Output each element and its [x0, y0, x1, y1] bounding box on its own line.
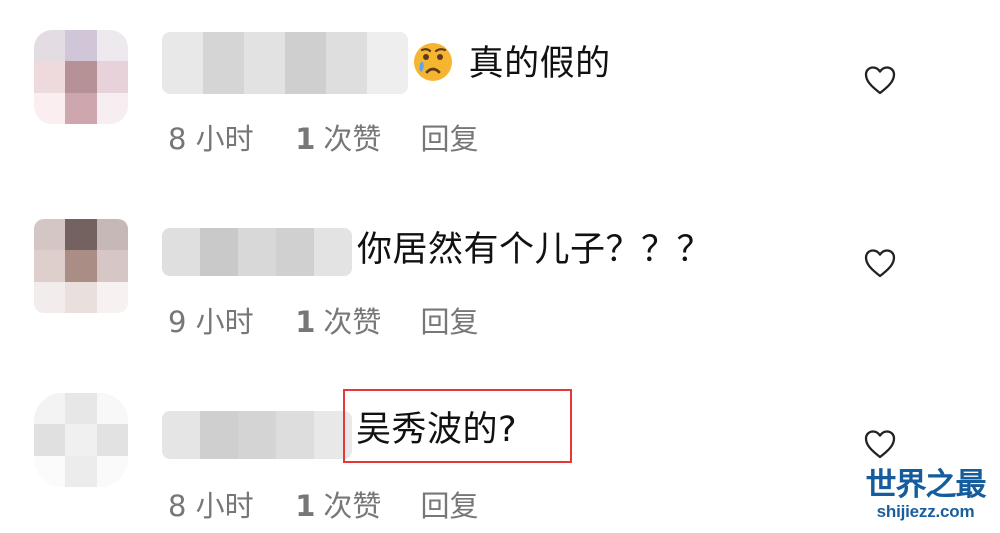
- like-summary[interactable]: 1 次赞: [295, 125, 411, 154]
- crying-face-icon: [412, 41, 454, 83]
- like-count: 1: [295, 489, 316, 523]
- comment-time: 8 小时: [168, 489, 254, 523]
- username[interactable]: [162, 228, 352, 276]
- comment-time: 8 小时: [168, 122, 254, 156]
- blurred-avatar-image: [34, 219, 128, 313]
- watermark-url: shijiezz.com: [876, 502, 975, 521]
- comment-time: 9 小时: [168, 305, 254, 339]
- like-label: 次赞: [323, 122, 382, 156]
- reply-button[interactable]: 回复: [420, 492, 478, 521]
- watermark: 世界之最 shijiezz.com: [863, 468, 988, 526]
- avatar[interactable]: [34, 393, 128, 487]
- like-summary[interactable]: 1 次赞: [295, 308, 411, 337]
- comment-item: 吴秀波的? 8 小时 1 次赞 回复: [0, 368, 1000, 533]
- like-count: 1: [295, 305, 316, 339]
- blurred-username: [162, 411, 352, 459]
- like-label: 次赞: [323, 305, 382, 339]
- watermark-title: 世界之最: [865, 467, 987, 502]
- comment-message: 真的假的: [468, 44, 611, 84]
- blurred-username: [162, 228, 352, 276]
- heart-icon[interactable]: [862, 62, 898, 98]
- comment-item: 你居然有个儿子？？？ 9 小时 1 次赞 回复: [0, 185, 1000, 365]
- reply-button[interactable]: 回复: [420, 308, 478, 337]
- comment-text: 吴秀波的?: [356, 413, 517, 448]
- comment-meta: 9 小时 1 次赞 回复: [168, 308, 478, 337]
- like-label: 次赞: [323, 489, 382, 523]
- reply-button[interactable]: 回复: [420, 125, 478, 154]
- avatar[interactable]: [34, 30, 128, 124]
- comments-screen: 真的假的 8 小时 1 次赞 回复 你居然有个儿子？？？ 9 小时 1 次赞 回…: [0, 0, 1000, 533]
- username[interactable]: [162, 411, 352, 459]
- comment-text: 真的假的: [412, 41, 611, 86]
- username[interactable]: [162, 32, 408, 94]
- comment-message: 吴秀波的?: [356, 410, 518, 450]
- comment-message: 你居然有个儿子？？？: [357, 230, 713, 270]
- like-count: 1: [295, 122, 316, 156]
- heart-icon[interactable]: [862, 245, 898, 281]
- comment-meta: 8 小时 1 次赞 回复: [168, 125, 478, 154]
- comment-text: 你居然有个儿子？？？: [357, 233, 712, 268]
- blurred-username: [162, 32, 408, 94]
- blurred-avatar-image: [34, 393, 128, 487]
- like-summary[interactable]: 1 次赞: [295, 492, 411, 521]
- heart-icon[interactable]: [862, 426, 898, 462]
- avatar[interactable]: [34, 219, 128, 313]
- comment-meta: 8 小时 1 次赞 回复: [168, 492, 478, 521]
- blurred-avatar-image: [34, 30, 128, 124]
- comment-item: 真的假的 8 小时 1 次赞 回复: [0, 0, 1000, 180]
